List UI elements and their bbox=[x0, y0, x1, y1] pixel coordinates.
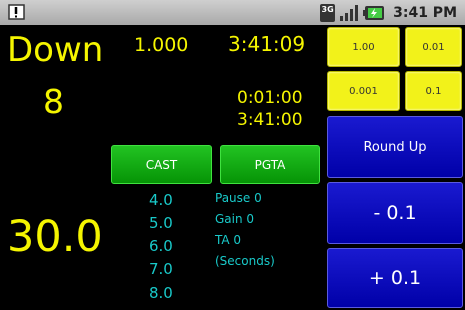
round-up-button[interactable]: Round Up bbox=[327, 116, 463, 178]
step-001-button[interactable]: 0.01 bbox=[405, 27, 462, 67]
signal-strength-icon bbox=[340, 4, 359, 21]
number-readout: 1.000 bbox=[134, 34, 189, 56]
direction-label: Down bbox=[7, 30, 104, 70]
step-1-button[interactable]: 1.00 bbox=[327, 27, 400, 67]
seconds-info: (Seconds) bbox=[215, 254, 275, 268]
pause-info: Pause 0 bbox=[215, 191, 262, 205]
notification-icon[interactable] bbox=[8, 4, 25, 20]
network-3g-icon: 3G bbox=[320, 3, 336, 22]
pgta-button[interactable]: PGTA bbox=[220, 145, 320, 184]
cast-button[interactable]: CAST bbox=[111, 145, 212, 184]
status-bar: 3G 3:41 PM bbox=[0, 0, 465, 25]
battery-charging-icon bbox=[363, 5, 385, 20]
step-01-button[interactable]: 0.1 bbox=[405, 71, 462, 111]
minus-button[interactable]: - 0.1 bbox=[327, 182, 463, 244]
count-value: 8 bbox=[43, 82, 64, 121]
list-item: 8.0 bbox=[149, 284, 173, 302]
list-item: 5.0 bbox=[149, 214, 173, 232]
list-item: 4.0 bbox=[149, 191, 173, 209]
status-time: 3:41 PM bbox=[393, 4, 457, 21]
list-item: 6.0 bbox=[149, 237, 173, 255]
network-label: 3G bbox=[321, 4, 334, 14]
plus-button[interactable]: + 0.1 bbox=[327, 248, 463, 308]
ta-info: TA 0 bbox=[215, 233, 242, 247]
main-value: 30.0 bbox=[7, 212, 103, 262]
gain-info: Gain 0 bbox=[215, 212, 255, 226]
step-0001-button[interactable]: 0.001 bbox=[327, 71, 400, 111]
clock-time: 3:41:09 bbox=[228, 32, 306, 56]
end-time: 3:41:00 bbox=[237, 110, 303, 130]
list-item: 7.0 bbox=[149, 260, 173, 278]
elapsed-time: 0:01:00 bbox=[237, 88, 303, 108]
